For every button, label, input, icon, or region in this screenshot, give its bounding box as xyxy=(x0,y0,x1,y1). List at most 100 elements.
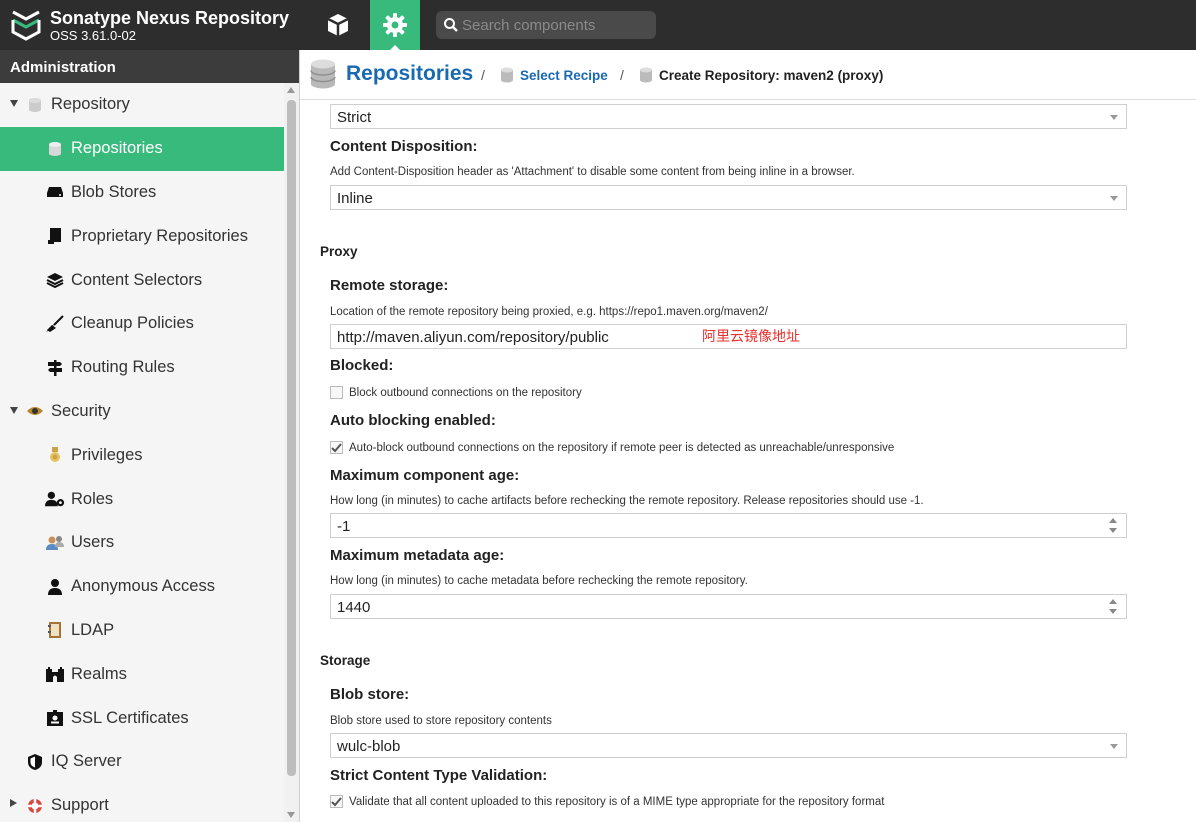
breadcrumb-current: Create Repository: maven2 (proxy) xyxy=(639,67,883,83)
proxy-section-title: Proxy xyxy=(320,244,358,259)
sidebar-title: Administration xyxy=(0,50,299,83)
page-title: Repositories xyxy=(346,62,474,85)
database-icon xyxy=(45,139,65,159)
sidebar-item-ldap[interactable]: LDAP xyxy=(0,609,284,653)
auto-blocking-checkbox-row[interactable]: Auto-block outbound connections on the r… xyxy=(330,441,894,454)
dropdown-arrow-icon[interactable] xyxy=(1110,196,1118,201)
gear-icon xyxy=(383,13,407,37)
remote-storage-help: Location of the remote repository being … xyxy=(330,306,768,318)
lifebuoy-icon xyxy=(25,796,45,816)
annotation-text: 阿里云镜像地址 xyxy=(702,328,800,344)
sidebar-item-ssl-certificates[interactable]: SSL Certificates xyxy=(0,696,284,740)
administration-button[interactable] xyxy=(370,0,420,50)
blob-store-select[interactable]: wulc-blob xyxy=(330,733,1127,758)
sidebar-item-content-selectors[interactable]: Content Selectors xyxy=(0,258,284,302)
remote-storage-title: Remote storage: xyxy=(330,277,449,294)
sidebar-item-blob-stores[interactable]: Blob Stores xyxy=(0,171,284,215)
sidebar-item-label: Cleanup Policies xyxy=(71,314,194,333)
breadcrumb-select-recipe[interactable]: Select Recipe xyxy=(500,67,608,83)
sidebar: Administration Repository Repositories B… xyxy=(0,50,300,822)
search-box[interactable] xyxy=(436,11,656,39)
expand-arrow-icon[interactable] xyxy=(10,798,17,807)
app-version: OSS 3.61.0-02 xyxy=(50,28,136,43)
blocked-checkbox[interactable] xyxy=(330,386,343,399)
top-bar: Sonatype Nexus Repository OSS 3.61.0-02 xyxy=(0,0,1196,50)
repository-form: Strict Content Disposition: Add Content-… xyxy=(300,100,1196,822)
database-icon xyxy=(640,67,652,83)
sidebar-item-label: IQ Server xyxy=(51,752,122,771)
user-cog-icon xyxy=(45,489,65,509)
sidebar-item-privileges[interactable]: Privileges xyxy=(0,433,284,477)
sidebar-item-support[interactable]: Support xyxy=(0,784,284,822)
eye-icon xyxy=(25,401,45,421)
dropdown-arrow-icon[interactable] xyxy=(1110,744,1118,749)
scroll-up-arrow-icon[interactable] xyxy=(287,87,295,93)
browse-button[interactable] xyxy=(313,0,363,50)
brand[interactable]: Sonatype Nexus Repository OSS 3.61.0-02 xyxy=(10,6,300,46)
address-book-icon xyxy=(45,620,65,640)
strict-content-checkbox[interactable] xyxy=(330,795,343,808)
scroll-down-arrow-icon[interactable] xyxy=(287,812,295,818)
sidebar-item-label: Content Selectors xyxy=(71,270,203,289)
max-component-age-input[interactable]: -1 xyxy=(330,513,1127,538)
breadcrumb-label: Create Repository: maven2 (proxy) xyxy=(659,67,884,83)
dropdown-arrow-icon[interactable] xyxy=(1110,115,1118,120)
signpost-icon xyxy=(45,358,65,378)
max-metadata-age-help: How long (in minutes) to cache metadata … xyxy=(330,575,748,587)
max-metadata-age-title: Maximum metadata age: xyxy=(330,547,505,564)
scroll-thumb[interactable] xyxy=(287,100,296,776)
sidebar-item-users[interactable]: Users xyxy=(0,521,284,565)
castle-icon xyxy=(45,664,65,684)
content-disposition-select[interactable]: Inline xyxy=(330,185,1127,210)
sidebar-item-repository[interactable]: Repository xyxy=(0,83,284,127)
sidebar-item-routing-rules[interactable]: Routing Rules xyxy=(0,346,284,390)
sidebar-item-label: LDAP xyxy=(71,620,115,639)
strict-content-checkbox-row[interactable]: Validate that all content uploaded to th… xyxy=(330,795,884,808)
max-component-age-title: Maximum component age: xyxy=(330,467,520,484)
sidebar-item-cleanup-policies[interactable]: Cleanup Policies xyxy=(0,302,284,346)
sidebar-item-security[interactable]: Security xyxy=(0,390,284,434)
sidebar-item-label: Users xyxy=(71,533,115,552)
breadcrumb-root[interactable]: Repositories xyxy=(310,59,473,89)
select-value: Inline xyxy=(337,190,373,207)
spinner-arrows-icon[interactable] xyxy=(1109,517,1118,534)
content-disposition-help: Add Content-Disposition header as 'Attac… xyxy=(330,166,855,178)
input-value: 1440 xyxy=(337,599,371,616)
sidebar-item-anonymous-access[interactable]: Anonymous Access xyxy=(0,565,284,609)
sidebar-item-label: Routing Rules xyxy=(71,358,175,377)
content-disposition-title: Content Disposition: xyxy=(330,138,478,155)
sidebar-item-repositories[interactable]: Repositories xyxy=(0,126,284,171)
database-icon xyxy=(25,95,45,115)
sidebar-item-label: Repository xyxy=(51,95,130,114)
nav-tree: Repository Repositories Blob Stores Prop… xyxy=(0,83,284,822)
strict-content-title: Strict Content Type Validation: xyxy=(330,767,548,784)
spinner-arrows-icon[interactable] xyxy=(1109,598,1118,615)
checkbox-label: Auto-block outbound connections on the r… xyxy=(349,441,895,454)
search-input[interactable] xyxy=(462,15,648,35)
cube-icon xyxy=(327,14,349,36)
auto-blocking-title: Auto blocking enabled: xyxy=(330,412,496,429)
sidebar-item-label: Privileges xyxy=(71,445,143,464)
sidebar-scrollbar[interactable] xyxy=(284,83,299,822)
sidebar-item-label: SSL Certificates xyxy=(71,708,189,727)
sidebar-item-roles[interactable]: Roles xyxy=(0,477,284,521)
breadcrumb: Repositories / Select Recipe / Create Re… xyxy=(300,50,1196,100)
sidebar-item-realms[interactable]: Realms xyxy=(0,652,284,696)
max-metadata-age-input[interactable]: 1440 xyxy=(330,594,1127,619)
max-component-age-help: How long (in minutes) to cache artifacts… xyxy=(330,495,924,507)
breadcrumb-separator: / xyxy=(481,67,485,83)
checkmark-icon xyxy=(331,442,342,452)
sidebar-item-label: Realms xyxy=(71,664,127,683)
expand-arrow-icon[interactable] xyxy=(10,100,18,107)
blocked-checkbox-row[interactable]: Block outbound connections on the reposi… xyxy=(330,386,582,399)
database-icon xyxy=(501,67,513,83)
layers-icon xyxy=(45,270,65,290)
input-value: -1 xyxy=(337,518,351,535)
strict-select[interactable]: Strict xyxy=(330,104,1127,129)
auto-blocking-checkbox[interactable] xyxy=(330,441,343,454)
database-icon xyxy=(310,59,336,89)
sidebar-item-label: Blob Stores xyxy=(71,182,157,201)
sidebar-item-iq-server[interactable]: IQ Server xyxy=(0,740,284,784)
expand-arrow-icon[interactable] xyxy=(10,406,18,414)
sidebar-item-proprietary-repositories[interactable]: Proprietary Repositories xyxy=(0,214,284,258)
